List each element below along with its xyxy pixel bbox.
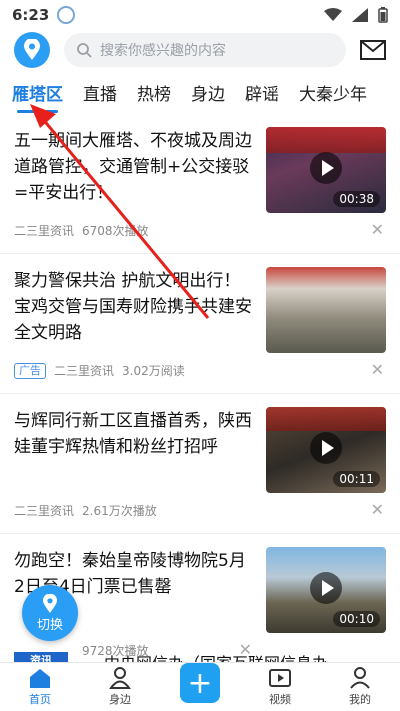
close-icon[interactable]: ✕ — [371, 500, 384, 519]
article-title[interactable]: 五一期间大雁塔、不夜城及周边道路管控，交通管制+公交接驳=平安出行！ — [14, 128, 254, 206]
play-icon — [310, 572, 342, 604]
tab-rumor[interactable]: 辟谣 — [245, 80, 279, 105]
nav-video[interactable]: 视频 — [250, 667, 310, 707]
tab-yanta[interactable]: 雁塔区 — [12, 80, 63, 113]
video-duration: 00:11 — [333, 471, 380, 487]
nav-publish[interactable]: + — [170, 663, 230, 707]
nav-nearby-label: 身边 — [109, 693, 131, 706]
home-icon — [30, 669, 50, 688]
location-logo-icon[interactable] — [14, 32, 50, 68]
video-icon — [269, 669, 291, 687]
top-bar: 搜索你感兴趣的内容 — [0, 30, 400, 70]
close-icon[interactable]: ✕ — [371, 220, 384, 239]
play-icon — [310, 432, 342, 464]
category-tabs: 雁塔区 直播 热榜 身边 辟谣 大秦少年 — [0, 70, 400, 114]
tab-hot[interactable]: 热榜 — [137, 80, 171, 105]
mail-icon[interactable] — [360, 40, 386, 60]
play-icon — [310, 152, 342, 184]
status-icons — [324, 7, 388, 23]
video-duration: 00:38 — [333, 191, 380, 207]
article-meta: 广告 二三里资讯 3.02万阅读 — [14, 362, 185, 379]
article-title[interactable]: 聚力警保共治 护航文明出行！宝鸡交管与国寿财险携手共建安全文明路 — [14, 268, 254, 346]
status-time: 6:23 — [12, 6, 50, 24]
status-bar: 6:23 — [0, 0, 400, 30]
system-app-icon — [57, 6, 76, 24]
article-stat: 3.02万阅读 — [122, 364, 185, 378]
video-thumbnail[interactable]: 00:38 — [266, 127, 386, 213]
person-icon — [109, 667, 131, 689]
ad-badge: 广告 — [14, 362, 46, 379]
signal-icon — [352, 8, 368, 22]
nav-nearby[interactable]: 身边 — [90, 667, 150, 707]
tab-daqin[interactable]: 大秦少年 — [299, 80, 367, 105]
location-pin-icon — [43, 593, 57, 613]
tab-nearby[interactable]: 身边 — [191, 80, 225, 105]
article-stat: 2.61万次播放 — [82, 504, 157, 518]
switch-location-button[interactable]: 切换 — [22, 585, 78, 641]
list-item[interactable]: 与辉同行新工区直播首秀，陕西娃董宇辉热情和粉丝打招呼 00:11 二三里资讯 2… — [0, 394, 400, 534]
article-thumbnail[interactable] — [266, 267, 386, 353]
wifi-icon — [324, 8, 342, 21]
nav-video-label: 视频 — [269, 693, 291, 706]
article-meta: 二三里资讯 2.61万次播放 — [14, 502, 157, 519]
battery-icon — [378, 7, 388, 23]
article-title[interactable]: 与辉同行新工区直播首秀，陕西娃董宇辉热情和粉丝打招呼 — [14, 408, 254, 460]
article-source: 二三里资讯 — [54, 364, 115, 378]
switch-label: 切换 — [36, 617, 63, 633]
video-duration: 00:10 — [333, 611, 380, 627]
list-item[interactable]: 聚力警保共治 护航文明出行！宝鸡交管与国寿财险携手共建安全文明路 广告 二三里资… — [0, 254, 400, 394]
close-icon[interactable]: ✕ — [371, 360, 384, 379]
video-thumbnail[interactable]: 00:10 — [266, 547, 386, 633]
nav-profile-label: 我的 — [349, 693, 371, 706]
video-thumbnail[interactable]: 00:11 — [266, 407, 386, 493]
plus-icon: + — [180, 663, 220, 703]
list-item[interactable]: 五一期间大雁塔、不夜城及周边道路管控，交通管制+公交接驳=平安出行！ 00:38… — [0, 114, 400, 254]
article-meta: 二三里资讯 6708次播放 — [14, 222, 149, 239]
user-icon — [350, 667, 370, 689]
nav-home[interactable]: 首页 — [10, 667, 70, 707]
nav-profile[interactable]: 我的 — [330, 667, 390, 707]
article-source: 二三里资讯 — [14, 224, 75, 238]
bottom-nav: 首页 身边 + 视频 我的 — [0, 662, 400, 711]
article-source: 二三里资讯 — [14, 504, 75, 518]
article-stat: 6708次播放 — [82, 224, 149, 238]
search-input[interactable]: 搜索你感兴趣的内容 — [64, 33, 346, 67]
nav-home-label: 首页 — [29, 693, 51, 706]
search-placeholder: 搜索你感兴趣的内容 — [100, 43, 226, 59]
tab-live[interactable]: 直播 — [83, 80, 117, 105]
search-icon — [77, 43, 92, 58]
